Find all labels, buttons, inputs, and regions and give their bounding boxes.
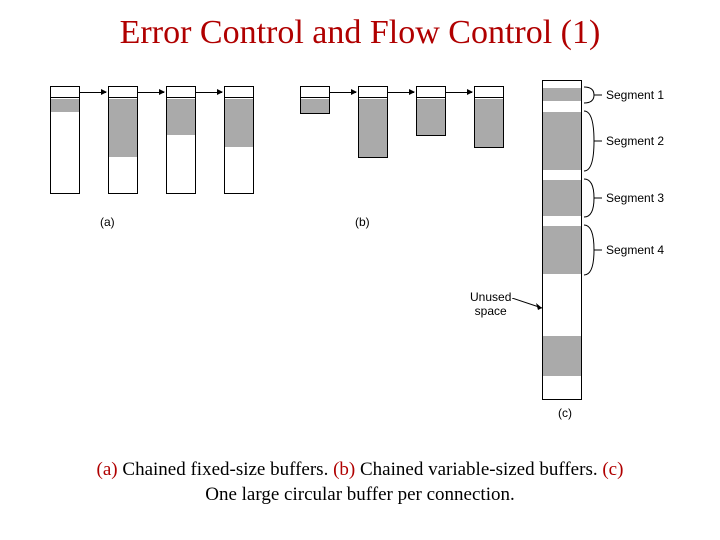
b-arrow-3 [446, 92, 472, 93]
b-seg3 [417, 99, 445, 135]
label-a: (a) [100, 215, 115, 229]
bracket-seg1 [584, 86, 602, 104]
c-seg-extra [543, 336, 581, 376]
b-head-4 [474, 86, 504, 98]
b-arrow-2 [388, 92, 414, 93]
unused-label: Unused space [470, 290, 511, 318]
caption: (a) Chained fixed-size buffers. (b) Chai… [0, 457, 720, 508]
a-seg2 [109, 99, 137, 157]
seg4-label: Segment 4 [606, 243, 664, 257]
a-head-1 [50, 86, 80, 98]
cap-a-txt: Chained fixed-size buffers. [118, 459, 333, 480]
cap-b-txt: Chained variable-sized buffers. [355, 459, 602, 480]
a-seg1 [51, 99, 79, 112]
bracket-seg4 [584, 224, 602, 276]
b-seg2 [359, 99, 387, 157]
a-head-4 [224, 86, 254, 98]
seg2-label: Segment 2 [606, 134, 664, 148]
a-head-2 [108, 86, 138, 98]
a-seg4 [225, 99, 253, 147]
c-seg1 [543, 88, 581, 101]
cap-c: (c) [602, 459, 623, 480]
b-seg1 [301, 99, 329, 113]
a-arrow-2 [138, 92, 164, 93]
cap-b: (b) [333, 459, 355, 480]
b-head-2 [358, 86, 388, 98]
bracket-seg3 [584, 178, 602, 218]
b-seg4 [475, 99, 503, 147]
b-arrow-1 [330, 92, 356, 93]
c-seg2 [543, 112, 581, 170]
cap-c-txt: One large circular buffer per connection… [205, 484, 514, 505]
seg3-label: Segment 3 [606, 191, 664, 205]
c-seg4 [543, 226, 581, 274]
unused-leader [512, 298, 546, 312]
seg1-label: Segment 1 [606, 88, 664, 102]
cap-a: (a) [97, 459, 118, 480]
label-c: (c) [558, 406, 572, 420]
buffer-diagram: (a) (b) Segment 1 Segment [30, 80, 690, 440]
a-seg3 [167, 99, 195, 135]
a-arrow-1 [80, 92, 106, 93]
bracket-seg2 [584, 110, 602, 172]
slide-title: Error Control and Flow Control (1) [0, 14, 720, 52]
b-head-1 [300, 86, 330, 98]
a-arrow-3 [196, 92, 222, 93]
a-head-3 [166, 86, 196, 98]
c-seg3 [543, 180, 581, 216]
b-head-3 [416, 86, 446, 98]
label-b: (b) [355, 215, 370, 229]
